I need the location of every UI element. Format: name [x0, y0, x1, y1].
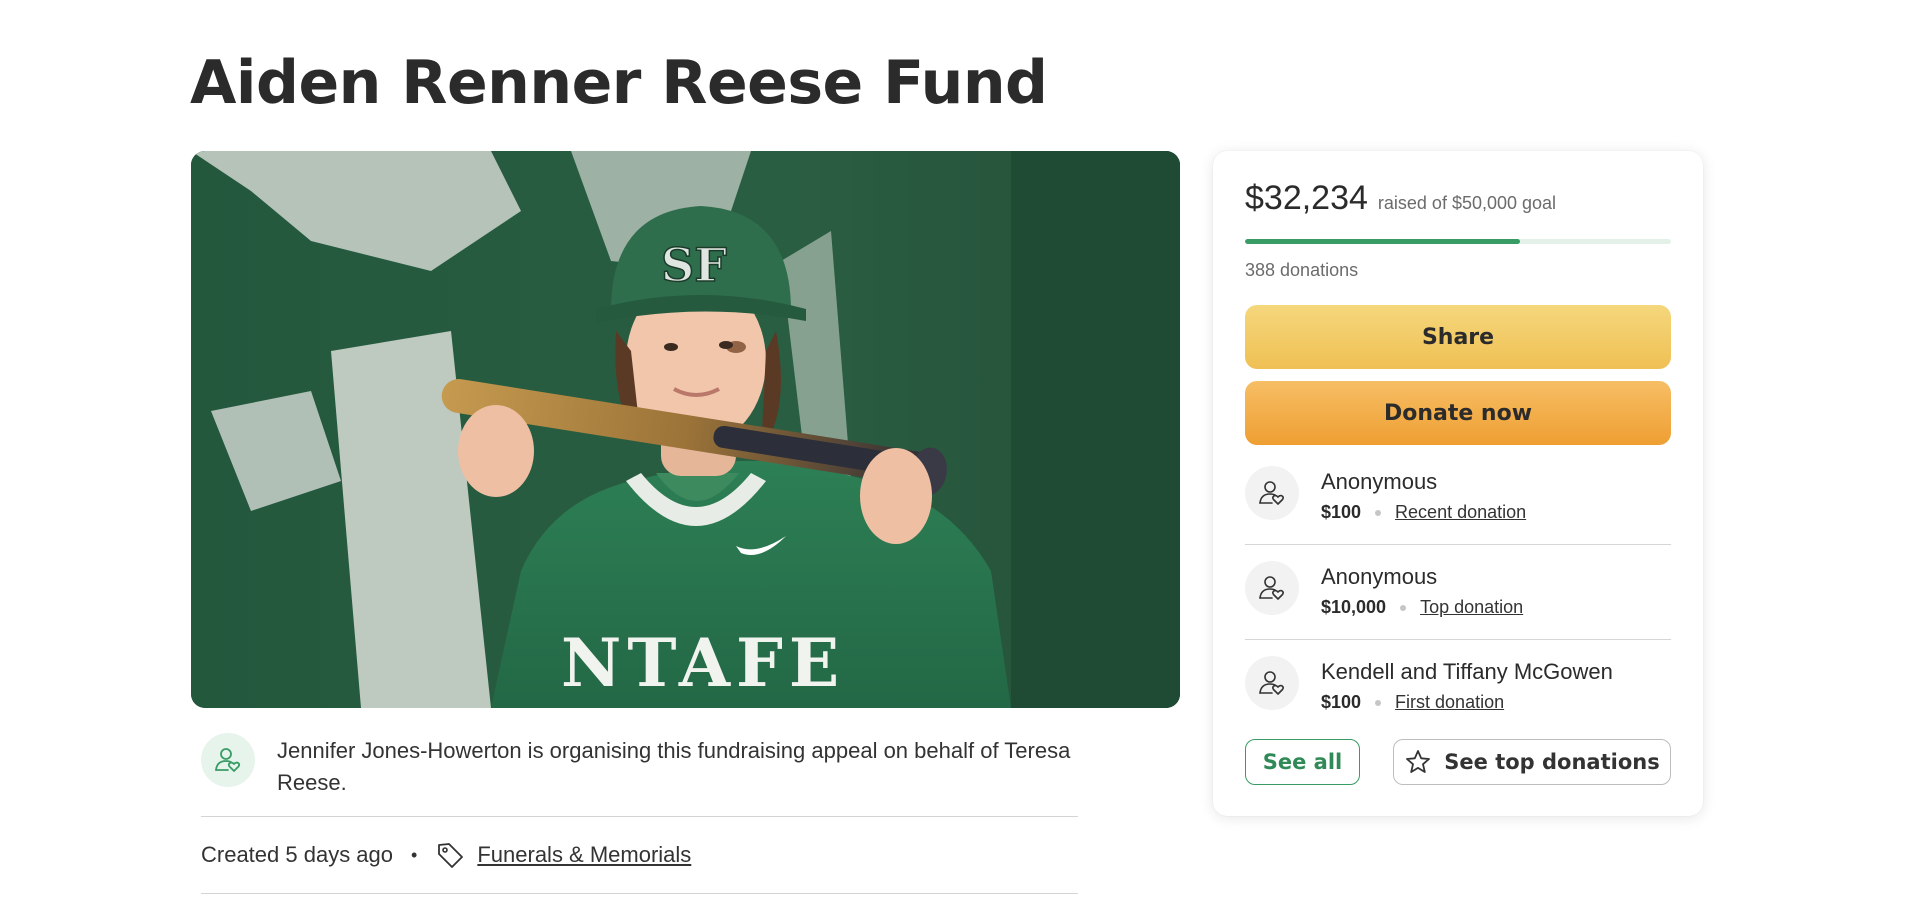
donor-name: Anonymous	[1321, 469, 1438, 494]
donation-count: 388 donations	[1245, 260, 1359, 280]
donation-item: Anonymous $100 Recent donation	[1245, 466, 1671, 523]
separator-dot	[1375, 699, 1382, 706]
see-all-button[interactable]: See all	[1245, 739, 1360, 785]
page-title: Aiden Renner Reese Fund	[190, 48, 1048, 118]
campaign-photo: SF NTAFE	[191, 151, 1180, 708]
donate-now-button[interactable]: Donate now	[1245, 381, 1671, 445]
raised-summary: $32,234 raised of $50,000 goal	[1245, 179, 1556, 218]
donor-name: Anonymous	[1321, 564, 1438, 589]
donation-amount: $100	[1321, 502, 1362, 522]
donation-type-link[interactable]: Top donation	[1420, 597, 1523, 618]
divider	[201, 893, 1078, 894]
organiser-description: Jennifer Jones-Howerton is organising th…	[277, 738, 1071, 795]
star-icon	[1406, 750, 1431, 773]
meta-separator: •	[411, 844, 418, 865]
see-top-donations-button[interactable]: See top donations	[1393, 739, 1671, 785]
separator-dot	[1400, 604, 1407, 611]
donor-avatar	[1245, 466, 1299, 520]
campaign-meta: Created 5 days ago • Funerals & Memorial…	[201, 840, 691, 870]
donor-name: Kendell and Tiffany McGowen	[1321, 659, 1613, 684]
see-top-donations-label: See top donations	[1444, 750, 1660, 774]
user-heart-icon	[1259, 481, 1284, 505]
donation-item: Anonymous $10,000 Top donation	[1245, 561, 1671, 618]
donation-item: Kendell and Tiffany McGowen $100 First d…	[1245, 656, 1671, 713]
tag-icon	[438, 843, 464, 868]
divider	[201, 816, 1078, 817]
goal-text: raised of $50,000 goal	[1377, 193, 1557, 213]
jersey-text: NTAFE	[561, 624, 845, 702]
donation-type-link[interactable]: First donation	[1395, 692, 1504, 713]
organiser-row: Jennifer Jones-Howerton is organising th…	[201, 733, 1078, 799]
category-link[interactable]: Funerals & Memorials	[477, 842, 691, 868]
share-button[interactable]: Share	[1245, 305, 1671, 369]
divider	[1245, 639, 1671, 640]
donation-type-link[interactable]: Recent donation	[1395, 502, 1526, 523]
donation-card: $32,234 raised of $50,000 goal 388 donat…	[1213, 151, 1703, 816]
amount-raised: $32,234	[1245, 179, 1368, 217]
progress-fill	[1245, 239, 1520, 244]
created-date: Created 5 days ago	[201, 842, 394, 867]
user-heart-icon	[215, 748, 241, 772]
divider	[1245, 544, 1671, 545]
donor-avatar	[1245, 656, 1299, 710]
user-heart-icon	[1259, 671, 1284, 695]
separator-dot	[1375, 509, 1382, 516]
progress-bar	[1245, 239, 1671, 244]
user-heart-icon	[1259, 576, 1284, 600]
donor-avatar	[1245, 561, 1299, 615]
organiser-avatar	[201, 733, 255, 787]
donation-amount: $10,000	[1321, 597, 1387, 617]
donation-amount: $100	[1321, 692, 1362, 712]
cap-logo: SF	[661, 238, 727, 292]
